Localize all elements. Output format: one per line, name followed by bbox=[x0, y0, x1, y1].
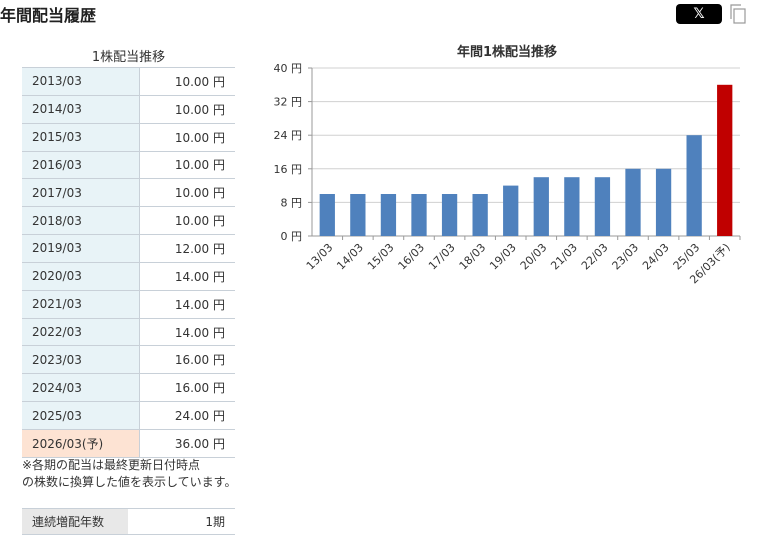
period-cell: 2021/03 bbox=[22, 290, 140, 319]
x-tick-label: 23/03 bbox=[610, 241, 642, 273]
period-cell: 2017/03 bbox=[22, 178, 140, 208]
table-row: 2017/03 10.00 円 bbox=[22, 178, 235, 208]
period-cell: 2015/03 bbox=[22, 123, 140, 152]
y-tick-label: 8 円 bbox=[281, 196, 303, 209]
x-tick-label: 21/03 bbox=[548, 241, 580, 273]
bar bbox=[319, 194, 335, 236]
period-cell: 2019/03 bbox=[22, 234, 140, 263]
period-cell: 2013/03 bbox=[22, 67, 140, 96]
amount-cell: 14.00 円 bbox=[139, 290, 235, 319]
bar bbox=[564, 177, 580, 236]
streak-label: 連続増配年数 bbox=[22, 508, 128, 535]
streak-table: 連続増配年数 1期 bbox=[22, 508, 235, 535]
table-row: 2024/03 16.00 円 bbox=[22, 373, 235, 403]
table-row: 2018/03 10.00 円 bbox=[22, 206, 235, 236]
amount-cell: 10.00 円 bbox=[139, 151, 235, 180]
note: ※各期の配当は最終更新日付時点 の株数に換算した値を表示しています。 bbox=[22, 457, 236, 491]
table-row: 2020/03 14.00 円 bbox=[22, 262, 235, 291]
copy-icon[interactable] bbox=[729, 4, 747, 24]
bar bbox=[380, 194, 397, 236]
y-tick-label: 16 円 bbox=[274, 163, 303, 176]
x-tick-label: 22/03 bbox=[579, 241, 611, 273]
table-row: 2019/03 12.00 円 bbox=[22, 234, 235, 263]
dividend-table: 2013/03 10.00 円 2014/03 10.00 円 2015/03 10.00… bbox=[22, 67, 235, 458]
section-title: 年間配当履歴 bbox=[0, 6, 97, 25]
amount-cell: 24.00 円 bbox=[139, 401, 235, 430]
period-cell: 2020/03 bbox=[22, 262, 140, 291]
x-share-button[interactable]: 𝕏 bbox=[676, 4, 722, 24]
bar bbox=[472, 194, 488, 236]
table-row: 2014/03 10.00 円 bbox=[22, 95, 235, 124]
table-row: 2026/03(予) 36.00 円 bbox=[22, 429, 235, 458]
x-tick-label: 13/03 bbox=[304, 241, 336, 273]
table-row: 2013/03 10.00 円 bbox=[22, 67, 235, 96]
amount-cell: 10.00 円 bbox=[139, 95, 235, 124]
table-title: 1株配当推移 bbox=[91, 50, 166, 65]
y-tick-label: 0 円 bbox=[281, 230, 303, 243]
x-tick-label: 18/03 bbox=[457, 241, 489, 273]
amount-cell: 12.00 円 bbox=[139, 234, 235, 263]
amount-cell: 10.00 円 bbox=[139, 206, 235, 236]
table-row: 2022/03 14.00 円 bbox=[22, 318, 235, 347]
table-row: 2025/03 24.00 円 bbox=[22, 401, 235, 430]
bar bbox=[625, 168, 641, 236]
x-tick-label: 20/03 bbox=[518, 241, 550, 273]
bar bbox=[717, 84, 733, 236]
x-tick-label: 24/03 bbox=[640, 241, 672, 273]
table-row: 2023/03 16.00 円 bbox=[22, 345, 235, 375]
amount-cell: 16.00 円 bbox=[139, 345, 235, 375]
bar bbox=[350, 194, 366, 236]
streak-value: 1期 bbox=[128, 508, 235, 535]
bar bbox=[411, 194, 427, 236]
amount-cell: 14.00 円 bbox=[139, 318, 235, 347]
bar bbox=[441, 194, 458, 236]
period-cell: 2018/03 bbox=[22, 206, 140, 236]
bar bbox=[686, 135, 702, 236]
y-tick-label: 24 円 bbox=[274, 129, 303, 142]
period-cell: 2022/03 bbox=[22, 318, 140, 347]
x-tick-label: 14/03 bbox=[334, 241, 366, 273]
table-row: 2021/03 14.00 円 bbox=[22, 290, 235, 319]
y-tick-label: 40 円 bbox=[274, 62, 303, 75]
dividend-chart: 年間1株配当推移 0 円 8 円 16 円 24 円 32 円 40 円 13/0314/… bbox=[274, 44, 741, 286]
x-tick-label: 15/03 bbox=[365, 241, 397, 273]
table-row: 2016/03 10.00 円 bbox=[22, 151, 235, 180]
amount-cell: 14.00 円 bbox=[139, 262, 235, 291]
period-cell: 2016/03 bbox=[22, 151, 140, 180]
note-line-2: の株数に換算した値を表示しています。 bbox=[22, 475, 237, 489]
amount-cell: 16.00 円 bbox=[139, 373, 235, 403]
period-cell: 2025/03 bbox=[22, 401, 140, 430]
x-tick-label: 16/03 bbox=[396, 241, 428, 273]
period-cell: 2026/03(予) bbox=[22, 429, 140, 458]
bar bbox=[503, 185, 519, 236]
period-cell: 2024/03 bbox=[22, 373, 140, 403]
bar bbox=[655, 168, 672, 236]
x-tick-label: 19/03 bbox=[487, 241, 519, 273]
bar bbox=[533, 177, 549, 236]
note-line-1: ※各期の配当は最終更新日付時点 bbox=[22, 458, 201, 472]
amount-cell: 10.00 円 bbox=[139, 67, 235, 96]
table-row: 2015/03 10.00 円 bbox=[22, 123, 235, 152]
period-cell: 2014/03 bbox=[22, 95, 140, 124]
x-tick-label: 17/03 bbox=[426, 241, 458, 273]
chart-title: 年間1株配当推移 bbox=[457, 44, 557, 60]
period-cell: 2023/03 bbox=[22, 345, 140, 375]
bar bbox=[594, 177, 611, 236]
amount-cell: 10.00 円 bbox=[139, 178, 235, 208]
y-tick-label: 32 円 bbox=[274, 96, 303, 109]
amount-cell: 10.00 円 bbox=[139, 123, 235, 152]
amount-cell: 36.00 円 bbox=[139, 429, 235, 458]
